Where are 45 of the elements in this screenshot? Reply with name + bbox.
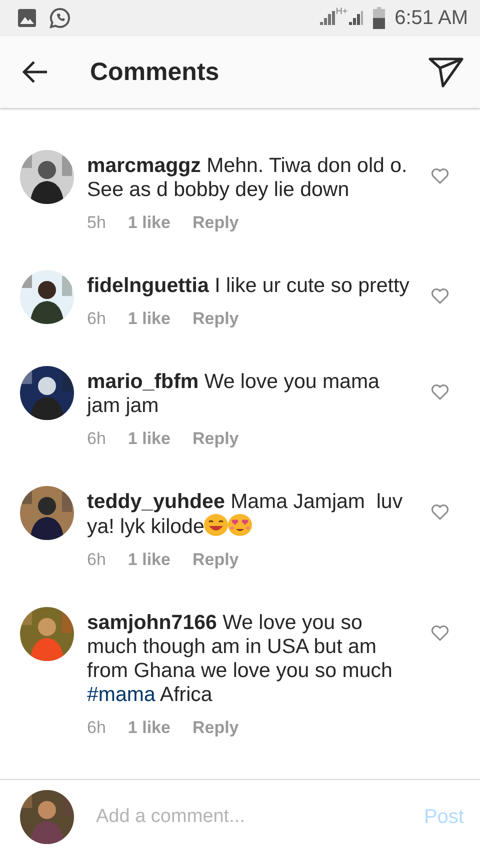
comment-time: 6h [87, 717, 106, 739]
reply-link[interactable]: Reply [192, 716, 239, 740]
network-type: H+ [336, 7, 348, 16]
comment-time: 6h [87, 428, 106, 450]
likes-link[interactable]: 1 like [128, 307, 170, 331]
likes-link[interactable]: 1 like [128, 548, 170, 572]
back-arrow-icon[interactable] [22, 60, 48, 84]
username-link[interactable]: samjohn7166 [87, 611, 217, 634]
likes-link[interactable]: 1 like [128, 211, 170, 235]
comment-text: marcmaggz Mehn. Tiwa don old o. See as d bobby dey lie down [87, 154, 408, 202]
username-link[interactable]: fidelnguettia [87, 274, 209, 297]
paper-plane-icon[interactable] [428, 56, 464, 88]
battery-icon [372, 7, 385, 29]
comment-input-field[interactable]: Add a comment... [96, 804, 424, 830]
heart-icon[interactable] [431, 288, 449, 304]
username-link[interactable]: teddy_yuhdee [87, 490, 225, 513]
signal-icon [318, 10, 335, 26]
signal-icon [348, 10, 363, 26]
likes-link[interactable]: 1 like [128, 427, 170, 451]
likes-link[interactable]: 1 like [128, 716, 170, 740]
reply-link[interactable]: Reply [192, 307, 239, 331]
heart-icon[interactable] [431, 168, 449, 184]
comment-time: 6h [87, 308, 106, 330]
comment-time: 5h [87, 212, 106, 234]
comment-text: teddy_yuhdee Mama Jamjam luv ya! lyk kilode [87, 490, 404, 539]
username-link[interactable]: marcmaggz [87, 154, 201, 177]
chat-bubble-icon [49, 7, 71, 29]
image-icon [17, 8, 37, 28]
comment-text: fidelnguettia I like ur cute so pretty [87, 274, 410, 298]
reply-link[interactable]: Reply [192, 548, 239, 572]
comment-time: 6h [87, 549, 106, 571]
heart-icon[interactable] [431, 504, 449, 520]
clock-time: 6:51 AM [394, 6, 468, 30]
heart-eyes-face-icon [228, 514, 252, 536]
post-button[interactable]: Post [424, 802, 464, 832]
username-link[interactable]: mario_fbfm [87, 370, 199, 393]
comment-text: samjohn7166 We love you so much though am in USA but am from Ghana we love you so much #mama Africa [87, 611, 394, 707]
smiling-face-icon [204, 514, 228, 536]
page-title: Comments [90, 58, 220, 86]
comment-text: mario_fbfm We love you mama jam jam [87, 370, 380, 418]
heart-icon[interactable] [431, 625, 449, 641]
hashtag-link[interactable]: #mama [87, 683, 156, 706]
heart-icon[interactable] [431, 384, 449, 400]
reply-link[interactable]: Reply [192, 427, 239, 451]
reply-link[interactable]: Reply [192, 211, 239, 235]
